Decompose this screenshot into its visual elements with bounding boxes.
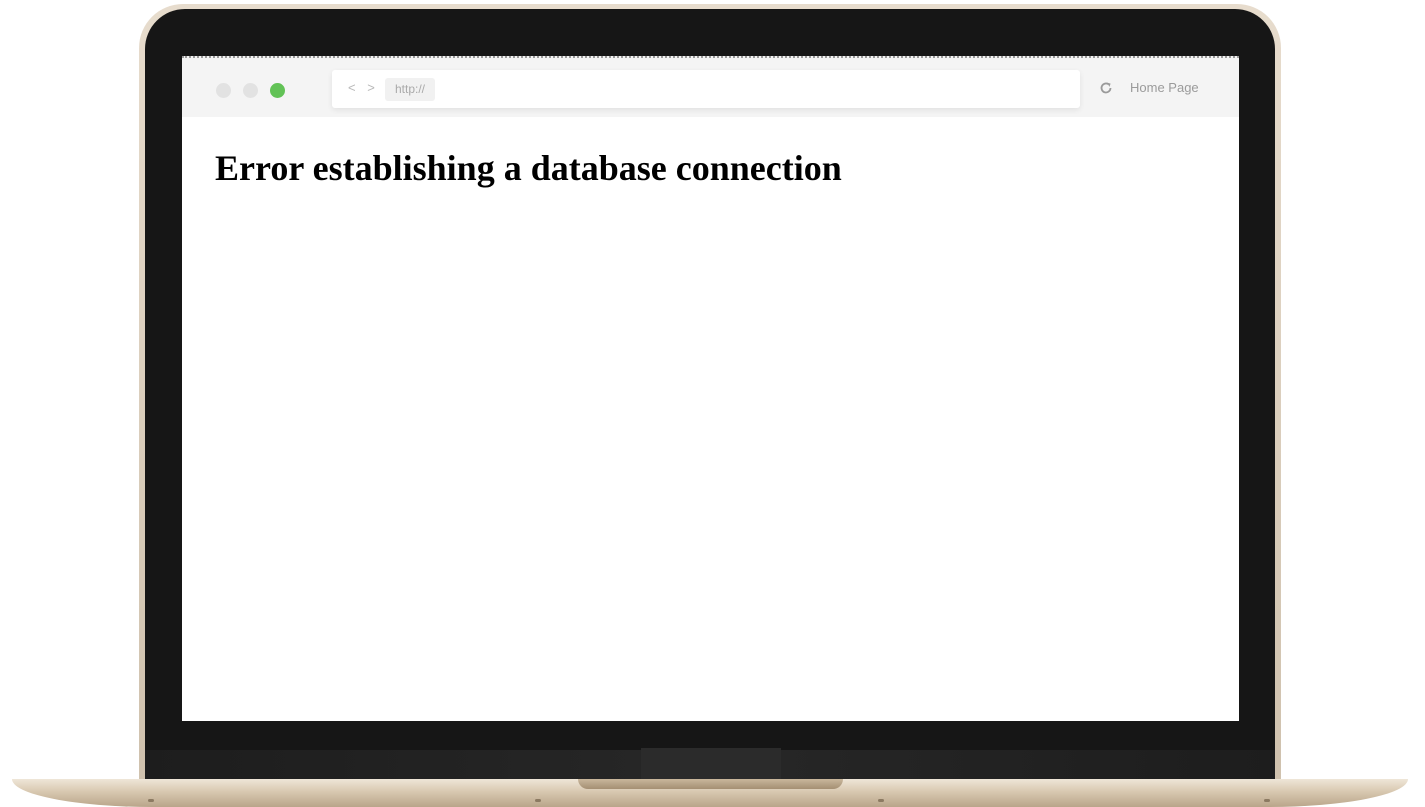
error-heading: Error establishing a database connection [215,148,842,188]
screen-chin-notch [641,748,781,782]
browser-toolbar: < > http:// Home Page [182,56,1239,117]
reload-icon[interactable] [1099,81,1113,95]
laptop-foot [148,799,154,802]
address-bar[interactable]: < > http:// [332,70,1080,108]
url-text[interactable]: http:// [385,78,436,101]
home-page-link[interactable]: Home Page [1130,80,1199,95]
close-window-button[interactable] [216,83,231,98]
back-forward-icon[interactable]: < > [348,80,379,95]
maximize-window-button[interactable] [270,83,285,98]
laptop-base-notch [578,779,843,789]
minimize-window-button[interactable] [243,83,258,98]
laptop-mockup: < > http:// Home Page Error establishing… [0,0,1425,807]
laptop-foot [1264,799,1270,802]
laptop-foot [535,799,541,802]
browser-window: < > http:// Home Page Error establishing… [182,56,1239,721]
laptop-foot [878,799,884,802]
